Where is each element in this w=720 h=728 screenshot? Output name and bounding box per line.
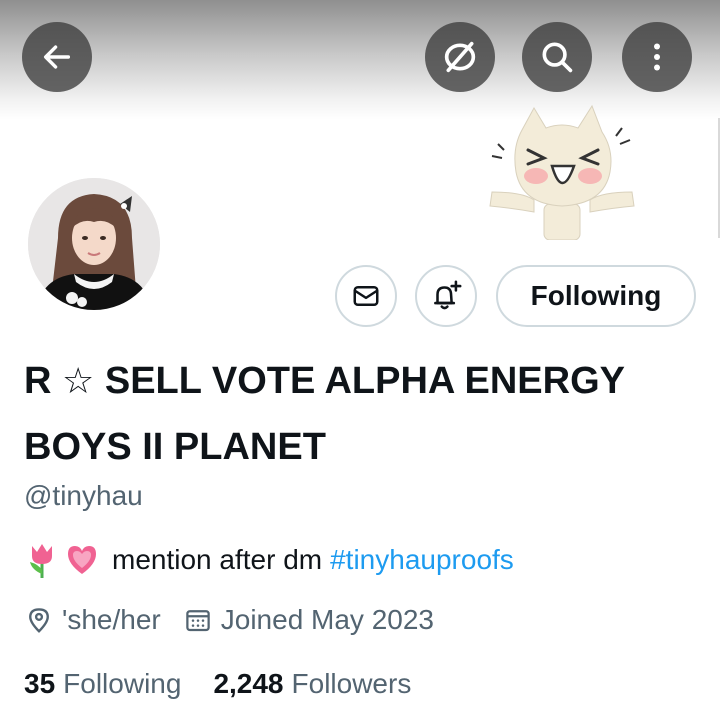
cat-sticker-image — [489, 104, 635, 240]
back-button[interactable] — [22, 22, 92, 92]
joined-date-text: Joined May 2023 — [220, 604, 435, 635]
back-arrow-icon — [43, 45, 71, 69]
display-name-prefix: R — [24, 360, 52, 402]
more-vertical-icon — [654, 43, 660, 71]
bio-text: mention after dm — [112, 544, 323, 575]
location-pin-icon — [29, 608, 49, 633]
avatar[interactable] — [24, 174, 164, 314]
avatar-photo — [28, 178, 160, 310]
bio-hashtag-link[interactable]: #tinyhauproofs — [330, 544, 514, 576]
tulip-emoji — [30, 544, 52, 578]
location-item: 'she/her — [24, 604, 161, 636]
hide-media-icon — [444, 41, 476, 73]
followers-count: 2,248 — [213, 668, 284, 699]
location-text: 'she/her — [62, 604, 161, 635]
following-count-label: Following — [63, 668, 182, 699]
profile-meta: 'she/her Joined May 2023 — [24, 604, 434, 636]
followers-stat-link[interactable]: 2,248 Followers — [213, 668, 411, 700]
bio: mention after dm #tinyhauproofs — [24, 540, 514, 580]
username-handle: @tinyhau — [24, 480, 143, 511]
display-name-star: ☆ — [62, 360, 95, 401]
following-button[interactable]: Following — [496, 265, 696, 327]
following-count: 35 — [24, 668, 56, 699]
message-button[interactable] — [335, 265, 397, 327]
followers-count-label: Followers — [291, 668, 412, 699]
growing-heart-emoji — [68, 546, 96, 574]
envelope-icon — [353, 286, 379, 306]
calendar-icon — [186, 610, 210, 632]
display-name-text: SELL VOTE ALPHA ENERGY BOYS II PLANET — [24, 360, 625, 468]
joined-item: Joined May 2023 — [183, 604, 434, 636]
following-stat-link[interactable]: 35 Following — [24, 668, 181, 700]
more-options-button[interactable] — [622, 22, 692, 92]
search-button[interactable] — [522, 22, 592, 92]
following-button-label: Following — [530, 280, 662, 311]
notifications-button[interactable] — [415, 265, 477, 327]
display-name: R ☆ SELL VOTE ALPHA ENERGY BOYS II PLANE… — [24, 348, 704, 480]
search-icon — [542, 42, 573, 73]
hide-media-button[interactable] — [425, 22, 495, 92]
follow-stats: 35 Following 2,248 Followers — [24, 668, 411, 700]
bell-plus-icon — [434, 280, 462, 310]
